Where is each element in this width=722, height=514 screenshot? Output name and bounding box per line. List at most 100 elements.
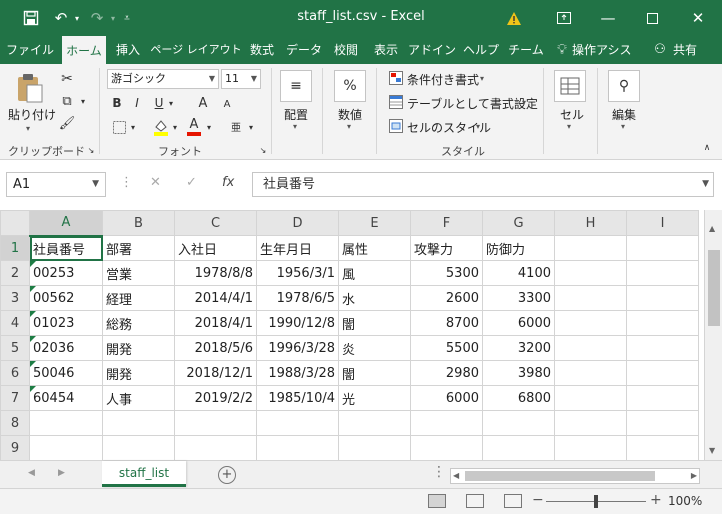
phonetic-dropdown-icon[interactable]: ▾ — [246, 120, 256, 134]
cell[interactable] — [338, 435, 411, 460]
zoom-in-button[interactable]: + — [650, 492, 662, 508]
column-header[interactable]: B — [102, 210, 175, 236]
add-sheet-button[interactable]: + — [218, 466, 236, 484]
ribbon-display-icon[interactable] — [542, 0, 586, 36]
row-header[interactable]: 1 — [0, 235, 30, 261]
cell[interactable]: 社員番号 — [29, 235, 103, 261]
normal-view-icon[interactable] — [428, 494, 446, 508]
cell[interactable]: 2600 — [410, 285, 483, 311]
tab-home[interactable]: ホーム — [62, 36, 106, 64]
formula-input[interactable]: 社員番号 ▼ — [252, 172, 714, 197]
cell[interactable] — [256, 410, 339, 436]
zoom-slider-thumb[interactable] — [594, 495, 598, 508]
scroll-right-icon[interactable]: ▶ — [691, 471, 697, 480]
font-name-dropdown[interactable]: 游ゴシック ▼ — [107, 69, 219, 89]
bold-button[interactable]: B — [110, 94, 124, 112]
cell[interactable]: 6000 — [410, 385, 483, 411]
tab-addins[interactable]: アドイン — [408, 36, 456, 64]
next-sheet-icon[interactable]: ▶ — [58, 468, 65, 478]
cell[interactable]: 風 — [338, 260, 411, 286]
cell[interactable] — [410, 410, 483, 436]
tab-help[interactable]: ヘルプ — [460, 36, 502, 64]
cell[interactable]: 生年月日 — [256, 235, 339, 261]
cell[interactable]: 3300 — [482, 285, 555, 311]
number-button[interactable]: 数値 — [338, 106, 362, 123]
row-header[interactable]: 3 — [0, 285, 30, 311]
cell[interactable]: 50046 — [29, 360, 103, 386]
cell[interactable]: 2014/4/1 — [174, 285, 257, 311]
chevron-down-icon[interactable]: ▾ — [476, 122, 480, 131]
cell[interactable] — [102, 435, 175, 460]
name-box[interactable]: A1 ▼ — [6, 172, 106, 197]
cell[interactable] — [626, 360, 699, 386]
maximize-icon[interactable] — [630, 0, 674, 36]
font-color-dropdown-icon[interactable]: ▾ — [204, 120, 214, 134]
font-launcher-icon[interactable]: ↘ — [258, 144, 268, 156]
page-break-view-icon[interactable] — [504, 494, 522, 508]
share-button[interactable]: 共有 — [670, 36, 700, 64]
edit-button[interactable]: 編集 — [612, 106, 636, 123]
cut-icon[interactable]: ✂ — [56, 70, 78, 88]
cell[interactable] — [626, 335, 699, 361]
horizontal-scrollbar[interactable]: ◀ ▶ — [450, 468, 700, 484]
cell[interactable] — [626, 260, 699, 286]
cell[interactable]: 00562 — [29, 285, 103, 311]
italic-button[interactable]: I — [130, 94, 144, 112]
sheet-tab-staff-list[interactable]: staff_list — [102, 461, 186, 487]
cell[interactable] — [554, 385, 627, 411]
cell[interactable]: 属性 — [338, 235, 411, 261]
phonetic-icon[interactable]: 亜 — [228, 116, 244, 136]
cell[interactable]: 5300 — [410, 260, 483, 286]
cell[interactable] — [174, 435, 257, 460]
cells-dropdown-icon[interactable]: ▾ — [567, 122, 571, 131]
warning-icon[interactable] — [503, 7, 525, 29]
font-size-dropdown[interactable]: 11 ▼ — [221, 69, 261, 89]
cell[interactable] — [102, 410, 175, 436]
cell[interactable]: 2019/2/2 — [174, 385, 257, 411]
cell[interactable]: 総務 — [102, 310, 175, 336]
cell[interactable] — [256, 435, 339, 460]
zoom-level[interactable]: 100% — [668, 494, 702, 508]
cell[interactable]: 2018/4/1 — [174, 310, 257, 336]
cell[interactable] — [554, 235, 627, 261]
cell[interactable] — [626, 410, 699, 436]
enter-icon[interactable]: ✓ — [186, 175, 197, 190]
cell[interactable]: 5500 — [410, 335, 483, 361]
align-dropdown-icon[interactable]: ▾ — [293, 122, 297, 131]
fill-color-dropdown-icon[interactable]: ▾ — [170, 120, 180, 134]
cell[interactable]: 攻撃力 — [410, 235, 483, 261]
cell[interactable]: 闇 — [338, 310, 411, 336]
column-header[interactable]: H — [554, 210, 627, 236]
cell[interactable] — [554, 435, 627, 460]
cell[interactable]: 入社日 — [174, 235, 257, 261]
tab-review[interactable]: 校閲 — [328, 36, 364, 64]
cell[interactable]: 1996/3/28 — [256, 335, 339, 361]
cell[interactable] — [29, 410, 103, 436]
column-header[interactable]: D — [256, 210, 339, 236]
cell[interactable] — [338, 410, 411, 436]
cell[interactable]: 60454 — [29, 385, 103, 411]
column-header[interactable]: A — [29, 210, 103, 237]
cell[interactable]: 光 — [338, 385, 411, 411]
lightbulb-icon[interactable]: 💡︎ — [554, 36, 570, 64]
cell[interactable]: 1978/8/8 — [174, 260, 257, 286]
cell[interactable] — [29, 435, 103, 460]
scroll-down-icon[interactable]: ▼ — [709, 446, 715, 455]
cell[interactable]: 1990/12/8 — [256, 310, 339, 336]
column-header[interactable]: F — [410, 210, 483, 236]
tab-view[interactable]: 表示 — [368, 36, 404, 64]
cell[interactable] — [554, 410, 627, 436]
tab-formulas[interactable]: 数式 — [244, 36, 280, 64]
cell[interactable]: 1988/3/28 — [256, 360, 339, 386]
row-header[interactable]: 4 — [0, 310, 30, 336]
format-painter-icon[interactable]: 🖌︎ — [56, 114, 78, 132]
insert-function-button[interactable]: fx — [222, 175, 234, 190]
border-dropdown-icon[interactable]: ▾ — [128, 120, 138, 134]
paste-button[interactable]: 貼り付け — [8, 106, 56, 123]
share-user-icon[interactable]: ⚇ — [652, 36, 668, 64]
grow-font-button[interactable]: A — [196, 94, 210, 112]
cell[interactable]: 闇 — [338, 360, 411, 386]
clipboard-launcher-icon[interactable]: ↘ — [86, 144, 96, 156]
close-icon[interactable]: ✕ — [676, 0, 720, 36]
vertical-scrollbar[interactable]: ▲ ▼ — [704, 210, 722, 460]
